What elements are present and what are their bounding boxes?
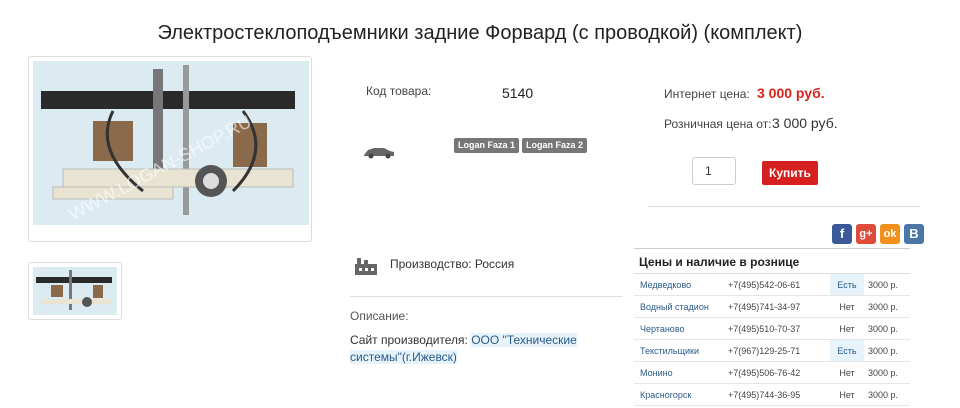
stock-status: Нет bbox=[830, 361, 864, 384]
table-row: Медведково +7(495)542-06-61 Есть 3000 р. bbox=[634, 274, 910, 296]
table-row: Водный стадион +7(495)741-34-97 Нет 3000… bbox=[634, 295, 910, 318]
store-price: 3000 р. bbox=[864, 361, 910, 384]
divider bbox=[648, 206, 920, 207]
retail-price-label: Розничная цена от: bbox=[664, 117, 772, 131]
internet-price-value: 3 000 руб. bbox=[757, 85, 825, 101]
availability-table: Медведково +7(495)542-06-61 Есть 3000 р.… bbox=[634, 274, 910, 406]
availability-title: Цены и наличие в рознице bbox=[634, 248, 910, 274]
table-row: Текстильщики +7(967)129-25-71 Есть 3000 … bbox=[634, 339, 910, 362]
vkontakte-icon[interactable]: B bbox=[904, 224, 924, 244]
table-row: Красногорск +7(495)744-36-95 Нет 3000 р. bbox=[634, 383, 910, 406]
store-phone: +7(495)744-36-95 bbox=[724, 383, 830, 406]
product-code-value: 5140 bbox=[502, 85, 534, 101]
description-label: Описание: bbox=[350, 309, 409, 323]
stock-status: Нет bbox=[830, 383, 864, 406]
divider bbox=[350, 296, 622, 297]
car-icon bbox=[362, 145, 396, 164]
store-city[interactable]: Красногорск bbox=[634, 383, 724, 406]
facebook-icon[interactable]: f bbox=[832, 224, 852, 244]
store-city[interactable]: Медведково bbox=[634, 274, 724, 296]
thumbnail-image bbox=[33, 267, 117, 315]
store-city[interactable]: Чертаново bbox=[634, 317, 724, 340]
store-phone: +7(495)506-76-42 bbox=[724, 361, 830, 384]
store-city[interactable]: Монино bbox=[634, 361, 724, 384]
google-plus-icon[interactable]: g+ bbox=[856, 224, 876, 244]
retail-price-value: 3 000 руб. bbox=[772, 115, 838, 131]
internet-price-label: Интернет цена: bbox=[664, 87, 750, 101]
store-price: 3000 р. bbox=[864, 274, 910, 296]
production-country: Производство: Россия bbox=[390, 257, 515, 271]
stock-status: Нет bbox=[830, 317, 864, 340]
factory-icon bbox=[354, 256, 378, 281]
product-code-label: Код товара: bbox=[366, 84, 432, 98]
store-phone: +7(967)129-25-71 bbox=[724, 339, 830, 362]
stock-status: Нет bbox=[830, 295, 864, 318]
product-main-image[interactable]: WWW.LOGAN-SHOP.RU bbox=[28, 56, 312, 242]
table-row: Чертаново +7(495)510-70-37 Нет 3000 р. bbox=[634, 317, 910, 340]
compat-badge-faza-2[interactable]: Logan Faza 2 bbox=[522, 138, 588, 153]
window-regulator-image: WWW.LOGAN-SHOP.RU bbox=[33, 61, 309, 225]
store-price: 3000 р. bbox=[864, 317, 910, 340]
compat-badge-faza-1[interactable]: Logan Faza 1 bbox=[454, 138, 520, 153]
quantity-input[interactable]: 1 bbox=[692, 157, 736, 185]
product-thumbnail[interactable] bbox=[28, 262, 122, 320]
store-price: 3000 р. bbox=[864, 295, 910, 318]
manufacturer-site: Сайт производителя: ООО "Технические сис… bbox=[350, 332, 600, 366]
manufacturer-site-label: Сайт производителя: bbox=[350, 333, 472, 347]
buy-button[interactable]: Купить bbox=[762, 161, 818, 185]
store-city[interactable]: Текстильщики bbox=[634, 339, 724, 362]
page-title: Электростеклоподъемники задние Форвард (… bbox=[157, 22, 803, 44]
store-phone: +7(495)510-70-37 bbox=[724, 317, 830, 340]
store-phone: +7(495)542-06-61 bbox=[724, 274, 830, 296]
store-city[interactable]: Водный стадион bbox=[634, 295, 724, 318]
store-price: 3000 р. bbox=[864, 383, 910, 406]
store-price: 3000 р. bbox=[864, 339, 910, 362]
table-row: Монино +7(495)506-76-42 Нет 3000 р. bbox=[634, 361, 910, 384]
store-phone: +7(495)741-34-97 bbox=[724, 295, 830, 318]
stock-status: Есть bbox=[830, 339, 864, 362]
odnoklassniki-icon[interactable]: ok bbox=[880, 224, 900, 244]
stock-status: Есть bbox=[830, 274, 864, 296]
